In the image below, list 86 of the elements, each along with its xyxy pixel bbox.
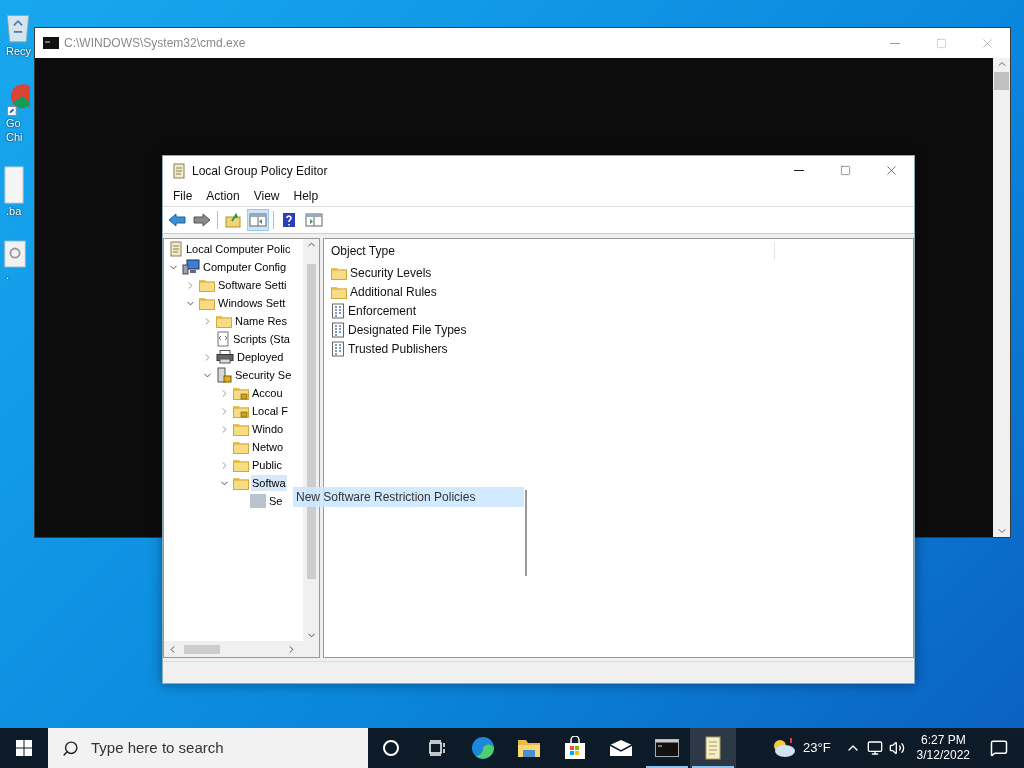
folder-icon	[216, 314, 232, 328]
list-item[interactable]: Security Levels	[350, 263, 432, 282]
terminal-icon	[655, 739, 679, 757]
policy-document-icon	[331, 321, 345, 338]
folder-icon	[233, 476, 249, 490]
weather-cloud-icon[interactable]	[771, 737, 797, 759]
folder-up-icon	[225, 212, 241, 228]
tree-item[interactable]: Windo	[251, 421, 285, 437]
volume-icon[interactable]	[888, 740, 905, 756]
tree-item[interactable]: Name Res	[234, 313, 288, 329]
list-item[interactable]: Enforcement	[348, 301, 417, 320]
folder-icon	[199, 278, 215, 292]
maximize-icon	[839, 165, 851, 176]
notifications-icon[interactable]	[990, 739, 1008, 757]
computer-icon	[182, 259, 200, 275]
window-title: Local Group Policy Editor	[192, 162, 328, 180]
search-field[interactable]: Type here to search	[48, 728, 368, 768]
locked-folder-icon	[233, 404, 249, 418]
weather-temperature[interactable]: 23°F	[803, 738, 831, 758]
taskbar-app[interactable]	[690, 728, 736, 768]
forward-arrow-icon	[193, 213, 211, 227]
tree-item[interactable]: Local Computer Polic	[185, 241, 292, 257]
column-header[interactable]: Object Type	[324, 242, 775, 260]
folder-icon	[517, 738, 541, 758]
server-lock-icon	[216, 367, 232, 383]
scrollbar-thumb[interactable]	[994, 72, 1009, 90]
minimize-icon	[794, 170, 804, 171]
clock[interactable]: 6:27 PM 3/12/2022	[912, 733, 974, 763]
menu-item[interactable]: Action	[199, 186, 247, 205]
search-icon	[62, 739, 79, 757]
windows-logo-icon	[16, 740, 32, 756]
scroll-icon	[169, 241, 183, 257]
menu-item[interactable]: File	[166, 186, 200, 205]
tree-item[interactable]: Software Setti	[217, 277, 288, 293]
tree-item[interactable]: Windows Sett	[217, 295, 287, 311]
tree-item[interactable]: Accou	[251, 385, 284, 401]
tree-item[interactable]: Local F	[251, 403, 290, 419]
help-icon	[282, 212, 296, 228]
printer-icon	[216, 350, 234, 364]
tree-item[interactable]: Softwa	[251, 475, 287, 491]
tree-item[interactable]: Scripts (Sta	[232, 331, 291, 347]
horizontal-scrollbar[interactable]	[164, 641, 319, 657]
folder-icon	[331, 265, 347, 280]
file-icon[interactable]	[4, 166, 24, 204]
list-item[interactable]: Additional Rules	[350, 282, 437, 301]
list-item[interactable]: Designated File Types	[348, 320, 467, 339]
scrollbar-thumb[interactable]	[184, 644, 220, 654]
locked-folder-icon	[233, 386, 249, 400]
network-icon[interactable]	[866, 740, 883, 756]
back-arrow-icon	[168, 213, 186, 227]
console-tree-icon	[249, 213, 267, 227]
minimize-icon	[890, 42, 900, 44]
list-item[interactable]: Trusted Publishers	[348, 339, 448, 358]
shopping-bag-icon	[564, 736, 586, 760]
tree-item[interactable]: Computer Config	[202, 259, 288, 275]
tree-item[interactable]: Deployed	[236, 349, 285, 365]
tree-item[interactable]: Se	[268, 493, 284, 509]
script-icon	[216, 331, 230, 347]
item-icon	[250, 494, 266, 508]
task-view-icon	[428, 739, 446, 757]
policy-document-icon	[331, 340, 345, 357]
terminal-icon	[43, 37, 59, 49]
menu-item[interactable]: Help	[286, 186, 326, 205]
tree-item[interactable]: Public	[251, 457, 283, 473]
policy-document-icon	[331, 302, 345, 319]
tree-item[interactable]: Security Se	[234, 367, 293, 383]
scroll-icon	[172, 162, 186, 179]
window-title: C:\WINDOWS\System32\cmd.exe	[64, 35, 246, 52]
folder-icon	[199, 296, 215, 310]
drag-ghost-label: New Software Restriction Policies	[293, 487, 524, 507]
edge-icon	[471, 736, 495, 760]
clock-time: 6:27 PM	[920, 733, 966, 748]
maximize-icon	[935, 37, 947, 49]
vertical-scrollbar[interactable]	[993, 58, 1010, 537]
scroll-icon	[703, 736, 723, 760]
folder-icon	[233, 458, 249, 472]
gear-file-icon[interactable]	[4, 240, 26, 268]
envelope-icon	[609, 739, 633, 757]
tree-item[interactable]: Netwo	[251, 439, 285, 455]
folder-icon	[331, 284, 347, 299]
folder-icon	[233, 422, 249, 436]
cortana-circle-icon	[382, 739, 400, 757]
folder-icon	[233, 440, 249, 454]
clock-date: 3/12/2022	[916, 748, 970, 763]
action-pane-icon	[305, 213, 323, 227]
menu-item[interactable]: View	[246, 186, 287, 205]
